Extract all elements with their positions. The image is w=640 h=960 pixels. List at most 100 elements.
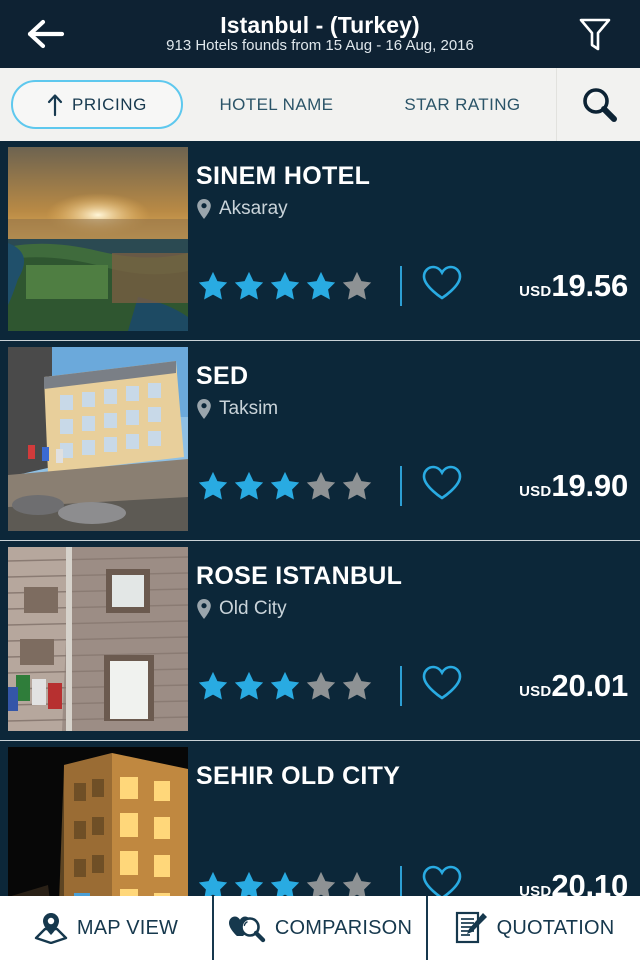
- star-icon-filled: [198, 671, 228, 699]
- filter-funnel-icon: [579, 18, 611, 51]
- star-icon-empty: [342, 871, 372, 896]
- hotel-card[interactable]: ROSE ISTANBUL Old City USD 20.01: [0, 541, 640, 741]
- star-rating: [196, 469, 374, 503]
- tab-hotel-name[interactable]: HOTEL NAME: [184, 68, 369, 141]
- page-title: Istanbul - (Turkey): [220, 12, 420, 39]
- search-icon: [582, 87, 617, 122]
- star-icon-filled: [234, 871, 264, 896]
- hotel-thumbnail[interactable]: [8, 547, 188, 731]
- nav-quotation[interactable]: QUOTATION: [426, 896, 640, 960]
- star-icon-filled: [306, 271, 336, 299]
- filter-button[interactable]: [564, 6, 626, 62]
- star-icon-filled: [270, 671, 300, 699]
- app-header: Istanbul - (Turkey) 913 Hotels founds fr…: [0, 0, 640, 68]
- meta-divider: [400, 665, 402, 706]
- hotel-name: SED: [196, 362, 249, 390]
- nav-map-view[interactable]: MAP VIEW: [0, 896, 212, 960]
- sort-tab-bar: PRICING HOTEL NAME STAR RATING: [0, 68, 640, 141]
- meta-divider: [400, 465, 402, 506]
- heart-outline-icon: [422, 665, 462, 700]
- star-icon-filled: [234, 471, 264, 499]
- tab-star-rating-label: STAR RATING: [404, 94, 521, 114]
- tab-pricing-pill[interactable]: PRICING: [11, 80, 183, 129]
- header-title-block: Istanbul - (Turkey) 913 Hotels founds fr…: [76, 13, 564, 55]
- map-pin-icon: [197, 198, 211, 219]
- star-icon-filled: [198, 871, 228, 896]
- bottom-navigation: MAP VIEW COMPARISON QUOTATION: [0, 896, 640, 960]
- star-icon-filled: [198, 271, 228, 299]
- hotel-name: ROSE ISTANBUL: [196, 562, 403, 590]
- star-icon-empty: [306, 471, 336, 499]
- hotel-price: USD 19.56: [519, 268, 632, 304]
- hotel-card[interactable]: SEHIR OLD CITY USD 20.10: [0, 741, 640, 896]
- heart-outline-icon: [422, 465, 462, 500]
- star-icon-empty: [342, 271, 372, 299]
- favorite-button[interactable]: [420, 263, 464, 308]
- nav-quotation-label: QUOTATION: [496, 916, 615, 939]
- price-currency: USD: [519, 282, 552, 300]
- favorite-button[interactable]: [420, 863, 464, 896]
- star-icon-empty: [342, 671, 372, 699]
- favorite-button[interactable]: [420, 663, 464, 708]
- tab-star-rating[interactable]: STAR RATING: [369, 68, 556, 141]
- price-currency: USD: [519, 682, 552, 700]
- document-pencil-icon: [455, 911, 487, 944]
- hotel-info: SINEM HOTEL Aksaray USD 19.56: [188, 141, 640, 340]
- star-icon-filled: [234, 671, 264, 699]
- hotel-location: Old City: [196, 598, 640, 620]
- star-icon-filled: [198, 471, 228, 499]
- hotel-meta-row: USD 19.90: [196, 463, 632, 508]
- favorite-button[interactable]: [420, 463, 464, 508]
- hotel-location: Taksim: [196, 398, 640, 420]
- hotel-meta-row: USD 19.56: [196, 263, 632, 308]
- hotel-thumbnail[interactable]: [8, 347, 188, 531]
- hotel-price: USD 20.01: [519, 668, 632, 704]
- hotel-location-label: Aksaray: [219, 197, 288, 219]
- hotel-meta-row: USD 20.10: [196, 863, 632, 896]
- hotel-location-label: Old City: [219, 597, 287, 619]
- hotel-name: SEHIR OLD CITY: [196, 762, 401, 790]
- back-button[interactable]: [14, 6, 76, 62]
- nav-comparison[interactable]: COMPARISON: [212, 896, 426, 960]
- map-pin-icon: [197, 398, 211, 419]
- star-icon-filled: [270, 471, 300, 499]
- star-icon-empty: [306, 871, 336, 896]
- nav-map-view-label: MAP VIEW: [76, 916, 179, 939]
- hotel-price: USD 19.90: [519, 468, 632, 504]
- tab-pricing[interactable]: PRICING: [0, 68, 184, 141]
- tab-pricing-label: PRICING: [71, 94, 148, 114]
- hotel-thumbnail[interactable]: [8, 747, 188, 896]
- price-amount: 19.56: [551, 267, 628, 303]
- price-amount: 19.90: [551, 467, 628, 503]
- page-subtitle: 913 Hotels founds from 15 Aug - 16 Aug, …: [166, 37, 474, 55]
- hotel-location-label: Taksim: [219, 397, 279, 419]
- star-icon-filled: [270, 271, 300, 299]
- map-pin-icon: [197, 598, 211, 619]
- comparison-magnifier-icon: [228, 916, 266, 943]
- nav-comparison-label: COMPARISON: [274, 916, 413, 939]
- price-currency: USD: [519, 882, 552, 897]
- hotel-thumbnail[interactable]: [8, 147, 188, 331]
- price-amount: 20.01: [551, 667, 628, 703]
- map-pin-view-icon: [34, 913, 68, 944]
- hotel-image-cream-building: [8, 347, 188, 531]
- hotel-info: ROSE ISTANBUL Old City USD 20.01: [188, 541, 640, 740]
- price-amount: 20.10: [551, 867, 628, 897]
- arrow-left-icon: [27, 19, 65, 49]
- heart-outline-icon: [422, 865, 462, 896]
- star-icon-filled: [270, 871, 300, 896]
- hotel-list[interactable]: SINEM HOTEL Aksaray USD 19.56 SED Taksim…: [0, 141, 640, 896]
- hotel-meta-row: USD 20.01: [196, 663, 632, 708]
- hotel-location: Aksaray: [196, 198, 640, 220]
- star-icon-empty: [306, 671, 336, 699]
- hotel-card[interactable]: SINEM HOTEL Aksaray USD 19.56: [0, 141, 640, 341]
- star-icon-filled: [234, 271, 264, 299]
- heart-outline-icon: [422, 265, 462, 300]
- hotel-price: USD 20.10: [519, 868, 632, 897]
- price-currency: USD: [519, 482, 552, 500]
- hotel-image-night-building: [8, 747, 188, 896]
- hotel-card[interactable]: SED Taksim USD 19.90: [0, 341, 640, 541]
- arrow-up-icon: [47, 93, 63, 116]
- hotel-name: SINEM HOTEL: [196, 162, 371, 190]
- search-button[interactable]: [556, 68, 640, 141]
